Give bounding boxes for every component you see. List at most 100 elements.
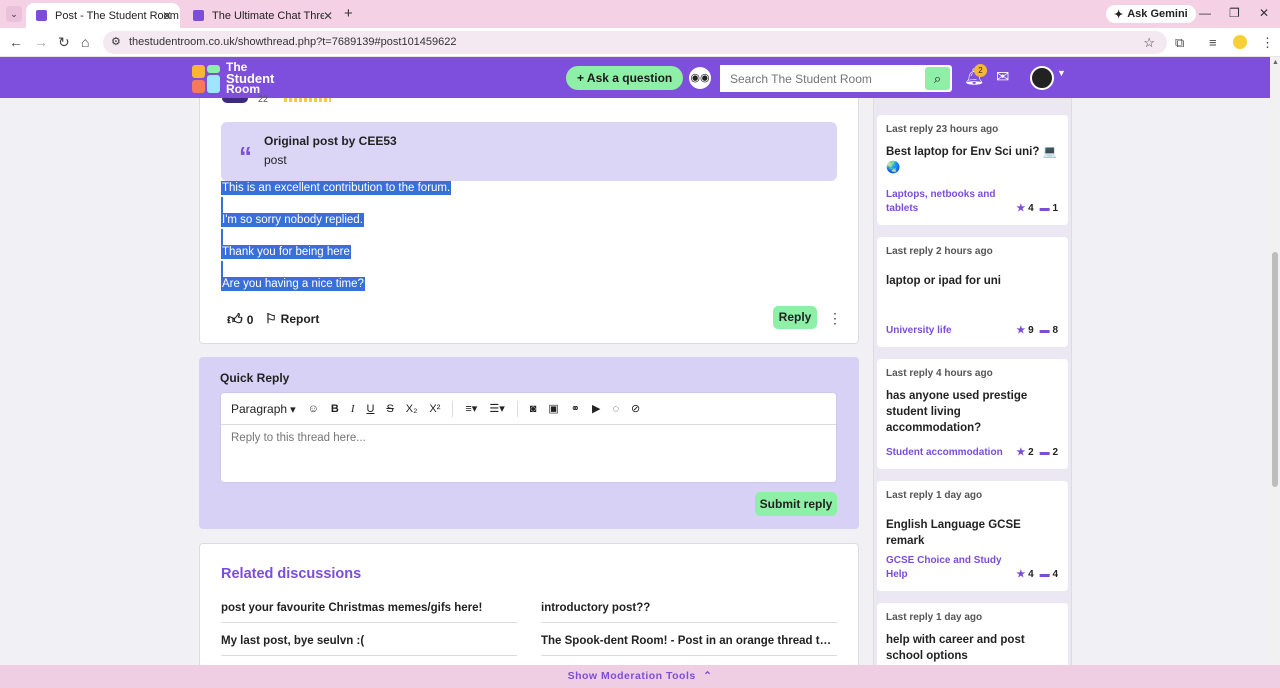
page-scrollbar[interactable]: ▲ <box>1270 57 1280 665</box>
reply-textarea[interactable] <box>221 426 836 481</box>
minimize-icon[interactable]: — <box>1199 6 1211 20</box>
italic-icon[interactable]: I <box>351 403 355 415</box>
last-reply-time: Last reply 4 hours ago <box>886 368 993 379</box>
logo-text: The Student Room <box>226 60 275 96</box>
list-icon[interactable]: ☰▾ <box>489 402 504 415</box>
camera-icon[interactable]: ◙ <box>530 403 537 415</box>
quoted-post: “ Original post by CEE53 post <box>221 122 837 181</box>
site-logo[interactable]: The Student Room <box>192 60 275 96</box>
url-field[interactable]: ⚙ thestudentroom.co.uk/showthread.php?t=… <box>103 31 1167 54</box>
site-favicon-icon <box>36 10 47 21</box>
ask-question-button[interactable]: + Ask a question <box>566 66 684 90</box>
subscript-icon[interactable]: X₂ <box>406 403 418 415</box>
related-link[interactable]: My last post, bye seulvn :( <box>221 635 517 656</box>
extensions-icon[interactable]: ⧉ <box>1175 35 1184 51</box>
poster-avatar[interactable] <box>222 98 248 103</box>
reply-button[interactable]: Reply <box>773 306 817 329</box>
thread-stats: ★ 9 ▬ 8 <box>1016 325 1058 336</box>
thread-title[interactable]: help with career and post school options <box>886 632 1058 664</box>
tab-chat-thread[interactable]: The Ultimate Chat Thread! - The ✕ <box>183 3 341 28</box>
new-tab-icon[interactable]: + <box>344 5 353 22</box>
tab-search-icon[interactable]: ⌄ <box>6 6 22 22</box>
sidebar-thread-card[interactable]: Last reply 1 day ago English Language GC… <box>877 481 1068 591</box>
flag-icon: ⚐ <box>265 311 277 326</box>
gif-icon[interactable]: ◌ <box>612 403 619 415</box>
comment-icon: ▬ <box>1039 447 1050 458</box>
star-icon: ★ <box>1016 569 1026 580</box>
thread-category[interactable]: GCSE Choice and Study Help <box>886 554 1004 582</box>
related-link[interactable]: The Spook-dent Room! - Post in an orange… <box>541 635 837 656</box>
related-link[interactable]: introductory post?? <box>541 602 837 623</box>
search-icon[interactable]: ⌕ <box>925 67 950 90</box>
thread-category[interactable]: Student accommodation <box>886 446 1016 460</box>
close-tab-icon[interactable]: ✕ <box>162 9 172 23</box>
sidebar-thread-card[interactable]: Last reply 2 hours ago laptop or ipad fo… <box>877 237 1068 347</box>
bold-icon[interactable]: B <box>331 403 339 415</box>
related-link[interactable]: post your favourite Christmas memes/gifs… <box>221 602 517 623</box>
ask-gemini-button[interactable]: ✦ Ask Gemini <box>1106 5 1196 23</box>
comment-icon: ▬ <box>1039 569 1050 580</box>
forward-icon[interactable]: → <box>34 34 48 50</box>
profile-icon[interactable] <box>1233 35 1247 49</box>
messages-mail-icon[interactable]: ✉ <box>996 67 1009 87</box>
last-reply-time: Last reply 1 day ago <box>886 490 983 501</box>
thumbs-up-icon: 👍︎ <box>227 311 243 328</box>
link-icon[interactable]: ⚭ <box>571 402 580 415</box>
video-icon[interactable]: ▶ <box>592 402 600 415</box>
thread-category[interactable]: Laptops, netbooks and tablets <box>886 188 1004 216</box>
close-tab-icon[interactable]: ✕ <box>323 9 333 23</box>
last-reply-time: Last reply 23 hours ago <box>886 124 999 135</box>
restore-icon[interactable]: ❐ <box>1229 6 1240 20</box>
url-text: thestudentroom.co.uk/showthread.php?t=76… <box>129 36 457 48</box>
close-window-icon[interactable]: ✕ <box>1259 6 1269 20</box>
align-icon[interactable]: ≡▾ <box>465 402 477 415</box>
moderation-tools-bar[interactable]: Show Moderation Tools ⌃ <box>0 665 1280 688</box>
bookmark-star-icon[interactable]: ☆ <box>1143 31 1155 54</box>
thread-title[interactable]: English Language GCSE remark <box>886 517 1058 549</box>
report-label: Report <box>280 312 320 326</box>
superscript-icon[interactable]: X² <box>429 403 440 415</box>
reputation-bar <box>284 98 331 102</box>
owl-icon[interactable]: ◉◉ <box>689 67 711 89</box>
scrollbar-thumb[interactable] <box>1272 252 1278 487</box>
image-icon[interactable]: ▣ <box>548 402 558 415</box>
related-title: Related discussions <box>221 566 362 582</box>
report-button[interactable]: ⚐ Report <box>265 311 319 327</box>
media-icon[interactable]: ≡ <box>1209 35 1217 50</box>
post-line: Are you having a nice time? <box>221 277 365 291</box>
toolbar-divider <box>516 400 518 417</box>
thread-title[interactable]: laptop or ipad for uni <box>886 273 1058 289</box>
editor-toolbar: Paragraph ▾ ☺ B I U S X₂ X² ≡▾ ☰▾ ◙ ▣ ⚭ … <box>221 393 836 425</box>
strikethrough-icon[interactable]: S <box>386 403 393 415</box>
home-icon[interactable]: ⌂ <box>81 34 89 50</box>
reload-icon[interactable]: ↻ <box>58 34 70 51</box>
quote-author: Original post by CEE53 <box>264 134 397 148</box>
back-icon[interactable]: ← <box>9 34 23 50</box>
paragraph-dropdown[interactable]: Paragraph ▾ <box>231 402 296 416</box>
thread-category[interactable]: University life <box>886 324 1004 338</box>
submit-reply-button[interactable]: Submit reply <box>755 492 837 516</box>
selection-gap <box>221 261 223 277</box>
menu-icon[interactable]: ⋮ <box>1261 35 1274 51</box>
emoji-icon[interactable]: ☺ <box>308 403 319 415</box>
underline-icon[interactable]: U <box>366 403 374 415</box>
search-input[interactable] <box>720 65 920 92</box>
sidebar-thread-card[interactable]: Last reply 23 hours ago Best laptop for … <box>877 115 1068 225</box>
thread-title[interactable]: Best laptop for Env Sci uni? 💻🌏 <box>886 144 1058 176</box>
sidebar-thread-card[interactable]: Last reply 1 day ago help with career an… <box>877 603 1068 665</box>
selection-gap <box>221 229 223 245</box>
tab-post[interactable]: Post - The Student Room ✕ <box>26 3 180 28</box>
chevron-down-icon[interactable]: ▼ <box>1057 68 1066 78</box>
ask-gemini-label: Ask Gemini <box>1127 8 1188 20</box>
avatar[interactable] <box>1030 66 1054 90</box>
related-discussions: Related discussions post your favourite … <box>199 543 859 673</box>
site-info-icon[interactable]: ⚙ <box>111 31 121 54</box>
like-button[interactable]: 👍︎ 0 <box>227 311 253 329</box>
site-header: The Student Room + Ask a question ◉◉ ⌕ 🔔… <box>0 57 1280 98</box>
clear-format-icon[interactable]: ⊘ <box>631 402 640 415</box>
like-count: 0 <box>246 313 254 327</box>
sidebar-thread-card[interactable]: Last reply 4 hours ago has anyone used p… <box>877 359 1068 469</box>
more-options-icon[interactable]: ⋮ <box>828 310 842 327</box>
scroll-up-icon: ▲ <box>1272 59 1279 66</box>
thread-title[interactable]: has anyone used prestige student living … <box>886 388 1058 436</box>
